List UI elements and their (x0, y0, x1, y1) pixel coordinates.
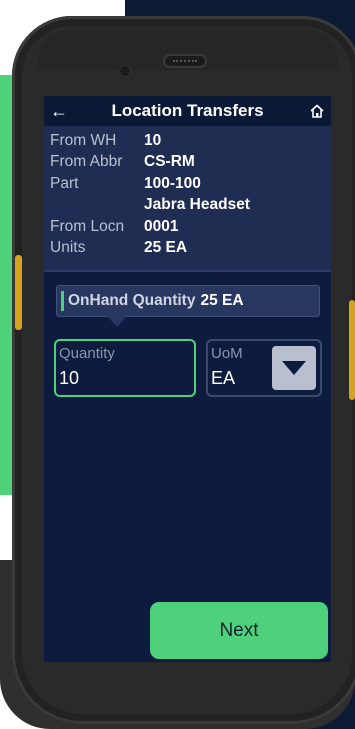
detail-row: From Abbr CS-RM (50, 152, 325, 174)
home-icon[interactable] (309, 103, 325, 119)
quantity-label: Quantity (59, 345, 115, 362)
next-button[interactable]: Next (150, 602, 328, 659)
divider (44, 270, 331, 272)
detail-row: Part 100-100 (50, 173, 325, 195)
tooltip-pointer (107, 316, 127, 327)
detail-value: 100-100 (144, 174, 201, 192)
camera (119, 65, 131, 77)
chevron-down-icon (282, 361, 306, 375)
detail-label: From WH (50, 131, 117, 149)
detail-value: CS-RM (144, 153, 195, 171)
detail-row: Jabra Headset (50, 195, 325, 217)
page-title: Location Transfers (111, 101, 264, 120)
detail-value: 0001 (144, 217, 179, 235)
detail-value: Jabra Headset (144, 196, 250, 214)
quantity-field[interactable]: Quantity 10 (54, 339, 196, 397)
onhand-label: OnHand Quantity (68, 292, 196, 309)
uom-field[interactable]: UoM EA (206, 339, 322, 397)
onhand-tooltip: OnHand Quantity 25 EA (56, 285, 320, 317)
detail-label: Units (50, 239, 86, 257)
detail-value: 25 EA (144, 239, 188, 257)
uom-value[interactable]: EA (211, 368, 235, 389)
transfer-details: From WH 10 From Abbr CS-RM Part 100-100 … (44, 126, 331, 270)
uom-dropdown-button[interactable] (272, 346, 316, 390)
side-button-right (349, 300, 355, 400)
uom-label: UoM (211, 345, 243, 362)
detail-row: From Locn 0001 (50, 216, 325, 238)
detail-label: Part (50, 174, 79, 192)
speaker-grille (163, 54, 207, 68)
detail-label: From Locn (50, 217, 125, 235)
side-button-left (15, 255, 22, 330)
app-bar: ← Location Transfers (44, 96, 331, 126)
accent-bar (61, 291, 64, 311)
onhand-value: 25 EA (200, 292, 244, 309)
detail-row: Units 25 EA (50, 238, 325, 260)
detail-row: From WH 10 (50, 130, 325, 152)
quantity-input[interactable]: 10 (59, 368, 79, 389)
detail-value: 10 (144, 131, 162, 149)
detail-label: From Abbr (50, 153, 123, 171)
app-screen: ← Location Transfers From WH 10 From Abb… (44, 96, 331, 662)
